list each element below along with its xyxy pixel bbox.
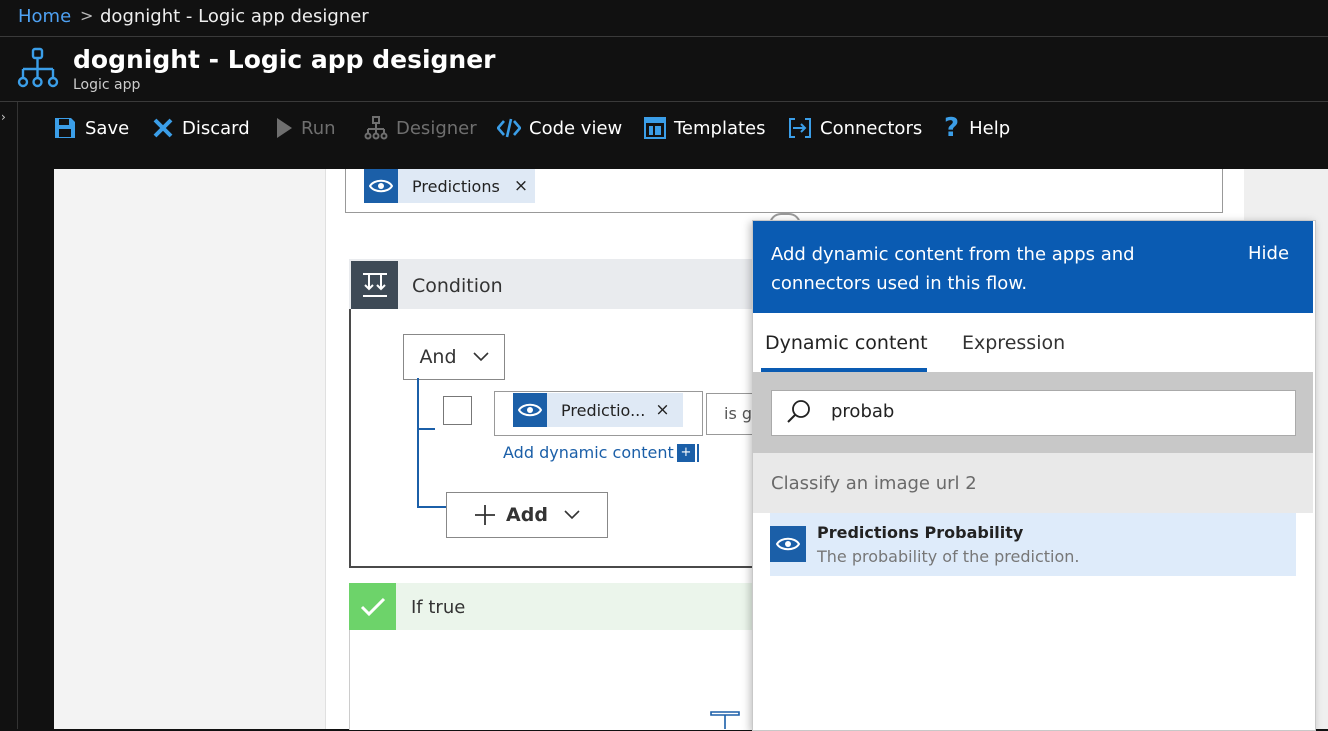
breadcrumb-current: dognight - Logic app designer: [100, 6, 369, 27]
tab-expression[interactable]: Expression: [962, 332, 1065, 354]
chevron-right-icon[interactable]: ›: [1, 110, 6, 124]
designer-icon: [364, 116, 388, 140]
hide-panel-button[interactable]: Hide: [1248, 243, 1289, 264]
page-header: dognight - Logic app designer Logic app: [0, 37, 1328, 102]
code-icon: [497, 118, 521, 138]
if-true-title: If true: [411, 597, 466, 618]
plus-icon: [475, 505, 496, 525]
add-dynamic-content-link[interactable]: Add dynamic content: [503, 443, 674, 462]
run-label: Run: [301, 117, 336, 139]
predictions-token[interactable]: Predictions ×: [364, 169, 535, 203]
operator-dropdown[interactable]: is g: [706, 393, 753, 435]
code-view-label: Code view: [529, 117, 623, 139]
chevron-down-icon: [472, 352, 489, 362]
question-icon: ?: [944, 113, 960, 143]
dynamic-panel-message: Add dynamic content from the apps and co…: [771, 244, 1135, 294]
add-button-label: Add: [506, 504, 548, 526]
add-dynamic-divider: [697, 444, 699, 462]
predictions-field[interactable]: Predictions ×: [345, 169, 1223, 213]
eye-icon: [770, 526, 806, 562]
eye-icon: [513, 393, 547, 427]
connectors-label: Connectors: [820, 117, 923, 139]
search-icon: [787, 400, 810, 423]
tab-dynamic-content[interactable]: Dynamic content: [765, 332, 928, 354]
save-button[interactable]: Save: [53, 114, 129, 142]
collapsed-sidebar[interactable]: ›: [0, 102, 18, 729]
designer-button[interactable]: Designer: [364, 114, 477, 142]
templates-button[interactable]: Templates: [644, 114, 766, 142]
group-operator-dropdown[interactable]: And: [403, 334, 505, 380]
discard-label: Discard: [182, 117, 250, 139]
close-icon: [153, 118, 173, 138]
page-subtitle: Logic app: [73, 77, 141, 93]
templates-icon: [644, 117, 666, 139]
dynamic-content-item-description: The probability of the prediction.: [817, 547, 1080, 566]
condition-tree-line: [417, 378, 419, 508]
prediction-value-token[interactable]: Predictio... ×: [513, 393, 683, 427]
play-icon: [277, 118, 292, 138]
connectors-button[interactable]: Connectors: [788, 114, 922, 142]
remove-token-icon[interactable]: ×: [655, 400, 669, 420]
chevron-down-icon: [564, 510, 580, 520]
predictions-token-label: Predictions: [412, 176, 500, 196]
templates-label: Templates: [674, 117, 766, 139]
add-dynamic-plus-icon[interactable]: +: [677, 444, 695, 462]
prediction-value-label: Predictio...: [561, 400, 646, 420]
code-view-button[interactable]: Code view: [497, 114, 622, 142]
condition-tree-branch: [417, 428, 435, 430]
condition-icon: [351, 261, 398, 309]
add-action-connector-icon[interactable]: [710, 711, 740, 729]
content-group-title: Classify an image url 2: [771, 473, 977, 494]
operator-label: is g: [724, 404, 753, 423]
condition-title: Condition: [412, 275, 503, 297]
breadcrumb-separator-icon: >: [80, 6, 94, 25]
help-button[interactable]: ? Help: [944, 113, 1011, 143]
eye-icon: [364, 169, 398, 203]
run-button[interactable]: Run: [275, 114, 336, 142]
condition-value-field[interactable]: Predictio... ×: [494, 391, 703, 436]
dynamic-content-item-name: Predictions Probability: [817, 523, 1024, 542]
connectors-icon: [789, 118, 811, 138]
help-label: Help: [969, 117, 1011, 139]
logic-app-icon: [17, 47, 59, 88]
breadcrumb: Home > dognight - Logic app designer: [0, 0, 1328, 37]
row-checkbox[interactable]: [443, 396, 472, 425]
page-title: dognight - Logic app designer: [73, 45, 496, 74]
condition-tree-branch: [417, 506, 446, 508]
save-icon: [55, 118, 75, 138]
discard-button[interactable]: Discard: [152, 114, 250, 142]
save-label: Save: [85, 117, 130, 139]
breadcrumb-home-link[interactable]: Home: [18, 6, 71, 27]
remove-token-icon[interactable]: ×: [514, 176, 528, 196]
command-toolbar: Save Discard Run Designer Code view Temp…: [0, 102, 1328, 155]
designer-label: Designer: [396, 117, 477, 139]
search-value: probab: [831, 401, 895, 422]
add-button[interactable]: Add: [446, 492, 608, 538]
checkmark-icon: [349, 583, 396, 630]
group-operator-label: And: [419, 346, 457, 368]
